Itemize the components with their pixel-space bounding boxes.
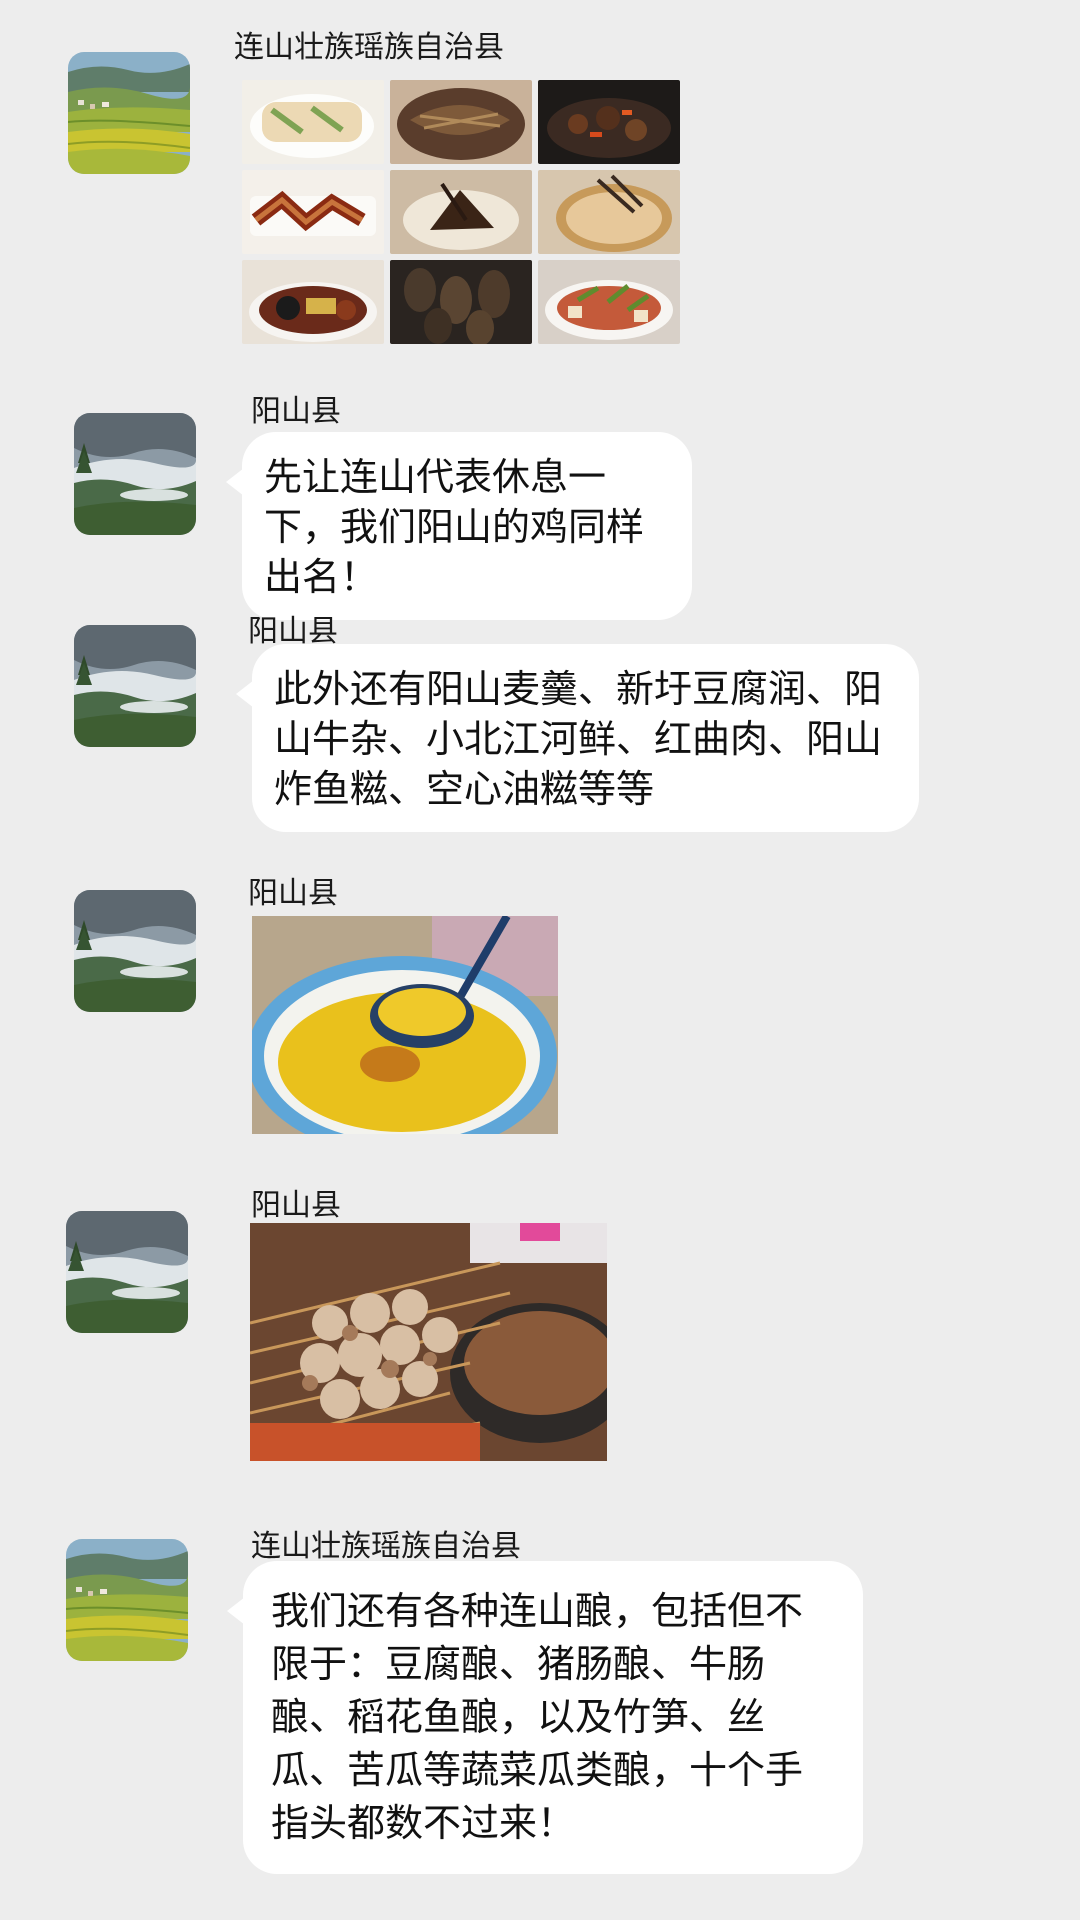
food-photo xyxy=(538,260,680,344)
food-photo xyxy=(242,170,384,254)
food-photo xyxy=(390,80,532,164)
sender-name: 连山壮族瑶族自治县 xyxy=(251,1529,521,1564)
skewers-photo[interactable] xyxy=(250,1223,607,1461)
food-photo xyxy=(538,170,680,254)
misty-mountain-avatar[interactable] xyxy=(66,1211,188,1333)
message-bubble[interactable]: 此外还有阳山麦羹、新圩豆腐润、阳山牛杂、小北江河鲜、红曲肉、阳山炸鱼糍、空心油糍… xyxy=(236,644,919,832)
food-photo xyxy=(390,260,532,344)
sender-name: 阳山县 xyxy=(251,1188,341,1223)
message-bubble[interactable]: 先让连山代表休息一下，我们阳山的鸡同样出名！ xyxy=(226,432,692,620)
food-photo xyxy=(242,80,384,164)
terraced-fields-avatar[interactable] xyxy=(66,1539,188,1661)
soup-photo[interactable] xyxy=(252,916,558,1134)
misty-mountain-avatar[interactable] xyxy=(74,625,196,747)
misty-mountain-avatar[interactable] xyxy=(74,413,196,535)
terraced-fields-avatar[interactable] xyxy=(68,52,190,174)
message-bubble[interactable]: 我们还有各种连山酿，包括但不限于：豆腐酿、猪肠酿、牛肠酿、稻花鱼酿，以及竹笋、丝… xyxy=(227,1561,863,1874)
food-collage-image[interactable] xyxy=(242,80,680,344)
sender-name: 连山壮族瑶族自治县 xyxy=(234,30,504,65)
food-photo xyxy=(538,80,680,164)
misty-mountain-avatar[interactable] xyxy=(74,890,196,1012)
food-photo xyxy=(390,170,532,254)
food-photo xyxy=(242,260,384,344)
sender-name: 阳山县 xyxy=(248,876,338,911)
sender-name: 阳山县 xyxy=(251,394,341,429)
